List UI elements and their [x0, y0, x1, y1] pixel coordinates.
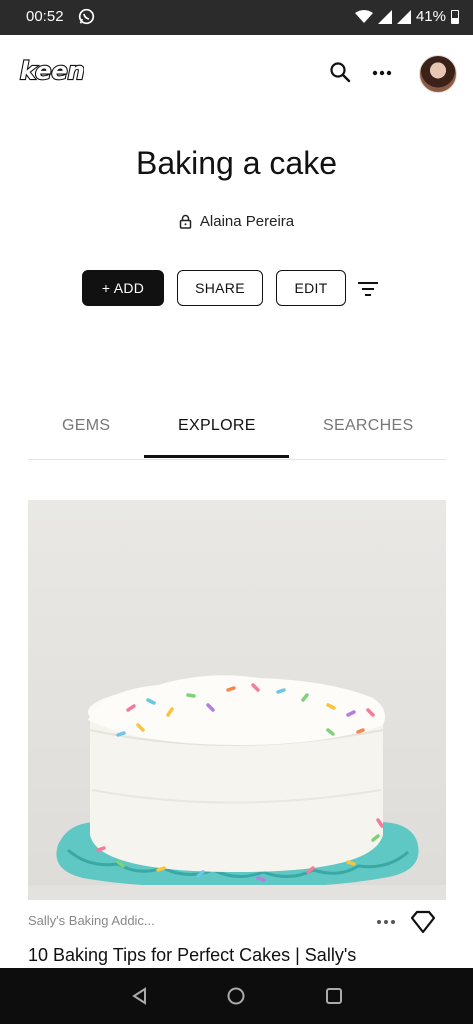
signal-icon-2 [396, 9, 411, 24]
tab-gems[interactable]: GEMS [62, 417, 110, 435]
back-icon[interactable] [130, 986, 150, 1006]
signal-icon [377, 9, 392, 24]
cake-illustration [28, 675, 446, 900]
card-source[interactable]: Sally's Baking Addic... [28, 913, 155, 928]
page-title: Baking a cake [135, 145, 337, 181]
lock-icon [179, 214, 192, 229]
whatsapp-icon [78, 8, 95, 25]
gem-icon[interactable] [410, 910, 436, 934]
battery-icon [451, 9, 459, 24]
owner-name: Alaina Pereira [199, 213, 295, 230]
filter-icon[interactable] [357, 280, 379, 298]
tab-explore[interactable]: EXPLORE [178, 417, 256, 435]
search-icon[interactable] [329, 61, 351, 83]
status-bar: 00:52 41% [0, 0, 473, 35]
recents-icon[interactable] [324, 986, 344, 1006]
collection-owner: Alaina Pereira [0, 213, 473, 230]
home-icon[interactable] [226, 986, 246, 1006]
tab-searches[interactable]: SEARCHES [323, 417, 413, 435]
card-more-icon[interactable] [376, 917, 396, 927]
status-right: 41% [354, 8, 459, 25]
svg-text:keen: keen [20, 57, 84, 85]
more-options-icon[interactable] [371, 61, 393, 83]
edit-button[interactable]: EDIT [276, 270, 346, 306]
keen-logo[interactable]: keen [18, 56, 84, 86]
avatar[interactable] [419, 55, 457, 93]
add-button[interactable]: + ADD [82, 270, 164, 306]
status-time: 00:52 [26, 8, 64, 25]
system-nav-bar [0, 968, 473, 1024]
card-image[interactable] [28, 500, 446, 900]
wifi-icon [354, 9, 373, 23]
battery-percent: 41% [415, 8, 446, 25]
share-button[interactable]: SHARE [177, 270, 263, 306]
active-tab-indicator [144, 455, 289, 458]
card-title[interactable]: 10 Baking Tips for Perfect Cakes | Sally… [28, 945, 356, 966]
tab-bar: GEMS EXPLORE SEARCHES [28, 405, 446, 460]
